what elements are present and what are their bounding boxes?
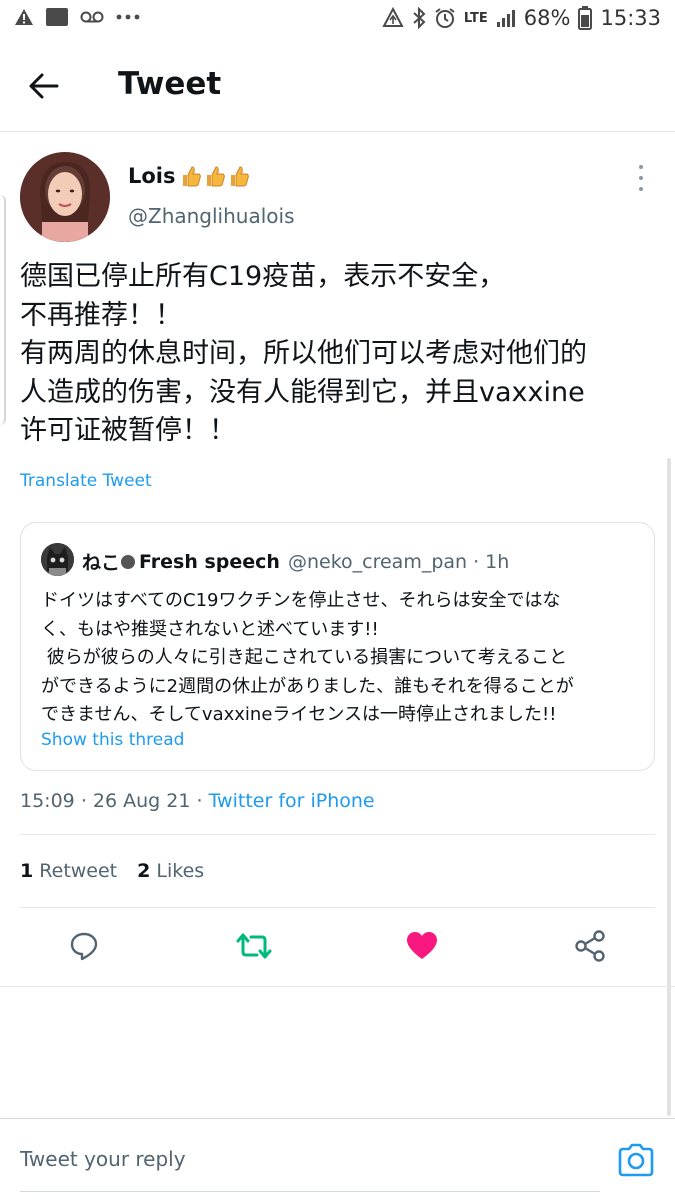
retweet-label: Retweet (39, 860, 118, 882)
quoted-text-line: できません、そしてvaxxineライセンスは一時停止されました!! (41, 704, 557, 725)
more-options-button[interactable] (630, 165, 652, 191)
scrollbar[interactable] (667, 458, 671, 1116)
status-bar-left (14, 8, 140, 26)
avatar[interactable] (20, 152, 110, 242)
engagement-stats: 1 Retweet 2 Likes (20, 860, 204, 882)
quoted-name: Fresh speech (139, 550, 280, 573)
arrow-left-icon (29, 73, 59, 99)
thumbs-up-icon (206, 166, 225, 187)
tweet-source-link[interactable]: Twitter for iPhone (209, 790, 375, 812)
bluetooth-icon (413, 7, 426, 29)
meta-separator: · (196, 790, 209, 812)
voicemail-icon (80, 11, 104, 23)
reply-input-underline (20, 1191, 600, 1192)
retweet-count: 1 (20, 860, 34, 882)
tweet-timestamp: 15:09 · 26 Aug 21 · Twitter for iPhone (20, 790, 375, 812)
data-saver-icon (382, 7, 404, 27)
tweet-text-line: 人造成的伤害，没有人能得到它，并且vaxxine (20, 376, 585, 408)
reply-button[interactable] (64, 926, 104, 966)
like-label: Likes (156, 860, 205, 882)
divider (20, 907, 655, 908)
retweet-button[interactable] (234, 926, 274, 966)
quoted-separator: · (473, 550, 480, 573)
status-bar-right: LTE 68% 15:33 (382, 6, 661, 30)
quoted-name-prefix: ねこ (82, 552, 121, 574)
share-icon (575, 930, 605, 962)
top-app-bar: Tweet (0, 40, 675, 132)
divider (20, 834, 655, 835)
translate-tweet-link[interactable]: Translate Tweet (20, 471, 152, 491)
author-name[interactable]: Lois (128, 164, 250, 188)
page-title: Tweet (118, 66, 222, 102)
tweet-time: 15:09 (20, 790, 75, 812)
camera-button[interactable] (616, 1142, 656, 1178)
author-handle[interactable]: @Zhanglihualois (128, 204, 295, 228)
quoted-text: ドイツはすべてのC19ワクチンを停止させ、それらは安全ではな く、もはや推奨され… (41, 587, 651, 730)
more-vertical-icon-dot (639, 187, 643, 191)
status-bar: LTE 68% 15:33 (0, 0, 675, 40)
warning-icon (15, 9, 33, 25)
heart-icon (407, 932, 437, 959)
show-thread-link[interactable]: Show this thread (41, 730, 184, 750)
quoted-avatar (41, 543, 74, 576)
more-dots-icon (116, 14, 140, 20)
quoted-header: ねこ Fresh speech @neko_cream_pan · 1h (82, 548, 509, 575)
quoted-age: 1h (485, 550, 510, 573)
quoted-text-line: ドイツはすべてのC19ワクチンを停止させ、それらは安全ではな (41, 590, 561, 611)
quoted-tweet[interactable]: ねこ Fresh speech @neko_cream_pan · 1h ドイツ… (20, 522, 655, 771)
meta-separator: · (80, 790, 93, 812)
quoted-text-line: ができるように2週間の休止がありました、誰もそれを得ることが (41, 675, 574, 697)
thumbs-up-icon (230, 166, 249, 187)
signal-icon (496, 10, 515, 27)
retweet-icon (236, 933, 272, 959)
tweet-text-line: 不再推荐！！ (20, 299, 182, 331)
alarm-icon (435, 8, 455, 28)
back-button[interactable] (22, 66, 66, 106)
retweets-stat[interactable]: 1 Retweet (20, 860, 117, 882)
tweet-text-line: 有两周的休息时间，所以他们可以考虑对他们的 (20, 338, 587, 370)
more-vertical-icon-dot (639, 176, 643, 180)
battery-icon (578, 6, 593, 30)
more-vertical-icon (639, 165, 643, 169)
edge-panel-handle[interactable] (0, 195, 6, 425)
speech-bubble-icon (121, 554, 136, 569)
likes-stat[interactable]: 2 Likes (137, 860, 204, 882)
thumbs-up-icon (182, 166, 201, 187)
comment-icon (70, 932, 98, 961)
quoted-text-line: く、もはや推奨されないと述べています!! (41, 618, 379, 640)
reply-composer (0, 1118, 675, 1200)
tweet-text-line: 德国已停止所有C19疫苗，表示不安全， (20, 261, 506, 292)
clock: 15:33 (600, 6, 661, 30)
author-name-text: Lois (128, 164, 176, 188)
quoted-text-line: 彼らが彼らの人々に引き起こされている損害について考えること (41, 647, 568, 668)
quoted-handle: @neko_cream_pan (287, 550, 468, 573)
reply-input[interactable] (20, 1147, 580, 1171)
like-count: 2 (137, 860, 151, 882)
divider (0, 986, 675, 987)
author-name-emoji (180, 164, 250, 188)
share-button[interactable] (570, 926, 610, 966)
network-type: LTE (463, 10, 488, 26)
tweet-text: 德国已停止所有C19疫苗，表示不安全， 不再推荐！！ 有两周的休息时间，所以他们… (20, 258, 660, 451)
tweet-text-line: 许可证被暂停！！ (20, 415, 236, 447)
tweet-date: 26 Aug 21 (92, 790, 191, 812)
gallery-icon (46, 8, 68, 26)
like-button[interactable] (402, 926, 442, 966)
camera-icon (618, 1143, 654, 1177)
battery-percent: 68% (523, 6, 571, 30)
